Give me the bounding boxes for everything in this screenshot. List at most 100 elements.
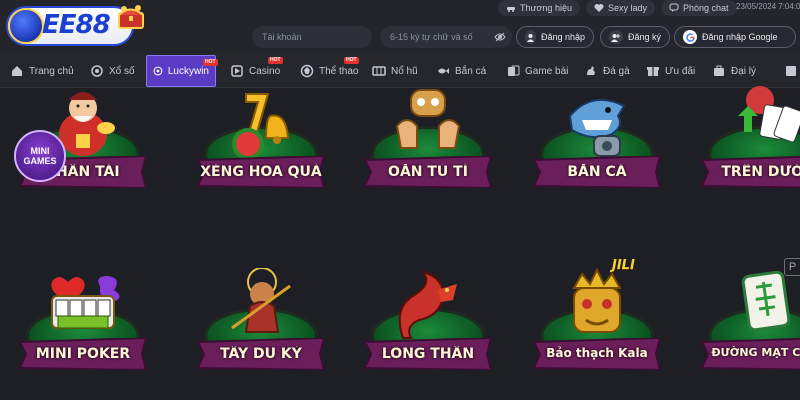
app-window: EE88 Thương hiệu Sexy lady Phòng chat 23… [0, 0, 800, 400]
nav-item-card-games[interactable]: Game bài [506, 54, 568, 88]
game-title: XÈNG HOA QUẢ [200, 164, 322, 180]
game-banner: TRÊN DƯỚI [698, 156, 800, 188]
game-card-duong-mat-chu[interactable]: ĐƯỜNG MẠT CHƯ [690, 268, 800, 388]
nav-item-slots-label: Nổ hũ [391, 65, 418, 77]
hot-badge: HOT [344, 57, 359, 64]
nav-item-home-label: Trang chủ [29, 65, 74, 77]
password-input[interactable]: 6-15 ký tự chữ và số [380, 26, 512, 48]
side-panel-button[interactable]: P [784, 258, 800, 276]
account-input[interactable]: Tài khoản [252, 26, 372, 48]
heart-icon [594, 4, 604, 12]
game-banner: TÂY DU KÝ [194, 338, 328, 370]
luckywin-icon [153, 66, 163, 76]
casino-icon [231, 65, 243, 77]
game-card-mini-poker[interactable]: MINI POKER [8, 268, 158, 388]
game-card-tay-du-ky[interactable]: TÂY DU KÝ [186, 268, 336, 388]
game-title: OẲN TÙ TÌ [388, 164, 468, 180]
nav-item-card-games-label: Game bài [525, 65, 569, 77]
nav-item-lottery[interactable]: Xổ số [90, 54, 135, 88]
nav-item-lottery-label: Xổ số [109, 65, 135, 77]
provider-badge: JILI [612, 258, 635, 273]
chat-room-link-label: Phòng chat [683, 3, 729, 13]
nav-item-sports[interactable]: Thể thao HOT [300, 54, 359, 88]
nav-item-fishing-label: Bắn cá [455, 65, 487, 77]
brand-link-label: Thương hiệu [520, 3, 572, 13]
game-card-tren-duoi[interactable]: TRÊN DƯỚI [690, 86, 800, 206]
nav-item-luckywin[interactable]: Luckywin HOT [146, 55, 218, 87]
treasure-chest-icon [118, 5, 144, 29]
nav-item-casino[interactable]: Casino HOT [230, 54, 283, 88]
game-title: TÂY DU KÝ [220, 346, 302, 362]
nav-item-slots[interactable]: Nổ hũ [372, 54, 418, 88]
game-title: LONG THẦN [381, 346, 475, 362]
account-placeholder: Tài khoản [262, 32, 302, 42]
game-card-oan-tu-ti[interactable]: OẲN TÙ TÌ [353, 86, 503, 206]
home-icon [12, 66, 22, 76]
gift-icon [647, 67, 659, 76]
lottery-icon [91, 65, 103, 77]
register-label: Đăng ký [627, 32, 661, 42]
login-label: Đăng nhập [540, 32, 585, 42]
datetime-text: 23/05/2024 7:04:0 [736, 2, 800, 11]
game-banner: MINI POKER [16, 338, 150, 370]
password-placeholder: 6-15 ký tự chữ và số [390, 32, 473, 42]
sexy-lady-link[interactable]: Sexy lady [585, 0, 655, 16]
google-login-label: Đăng nhập Google [702, 32, 778, 42]
login-button[interactable]: Đăng nhập [516, 26, 594, 48]
game-grid: THẦN TÀI XÈNG HOA QUẢ OẲN TÙ TÌ BẮN CÁ T… [0, 86, 800, 400]
sexy-lady-link-label: Sexy lady [607, 3, 647, 13]
nav-item-agent-label: Đại lý [731, 65, 757, 77]
nav-item-sports-label: Thể thao [319, 65, 359, 77]
game-title: ĐƯỜNG MẠT CHƯ [711, 346, 800, 359]
game-banner: Bảo thạch Kala [530, 338, 664, 370]
add-user-icon [609, 30, 623, 44]
game-card-ban-ca[interactable]: BẮN CÁ [522, 86, 672, 206]
header-links: Thương hiệu Sexy lady Phòng chat [498, 0, 737, 16]
top-header: EE88 Thương hiệu Sexy lady Phòng chat 23… [0, 0, 800, 54]
game-title: TRÊN DƯỚI [721, 164, 800, 180]
chat-room-link[interactable]: Phòng chat [661, 0, 737, 16]
nav-item-promotions[interactable]: Ưu đãi [646, 54, 695, 88]
game-title: MINI POKER [35, 346, 131, 362]
game-card-xeng-hoa-qua[interactable]: XÈNG HOA QUẢ [186, 86, 336, 206]
agent-icon [714, 65, 724, 76]
main-nav: Trang chủ Xổ số Luckywin HOT Casino HOT … [0, 54, 800, 88]
fish-icon [438, 68, 449, 74]
brand-link[interactable]: Thương hiệu [498, 0, 580, 16]
nav-item-cockfight-label: Đá gà [603, 65, 630, 77]
game-banner: LONG THẦN [361, 338, 495, 370]
nav-item-cockfight[interactable]: Đá gà [584, 54, 630, 88]
game-card-bao-thach-kala[interactable]: Bảo thạch Kala [522, 268, 672, 388]
game-banner: ĐƯỜNG MẠT CHƯ [698, 338, 800, 370]
nav-item-agent[interactable]: Đại lý [712, 54, 756, 88]
google-login-button[interactable]: Đăng nhập Google [674, 26, 796, 48]
eye-icon[interactable] [494, 31, 506, 43]
rooster-icon [587, 66, 595, 75]
cards-icon [508, 65, 520, 76]
nav-item-luckywin-label: Luckywin [167, 65, 209, 77]
nav-item-fishing[interactable]: Bắn cá [436, 54, 486, 88]
game-card-long-than[interactable]: LONG THẦN [353, 268, 503, 388]
more-icon [786, 66, 796, 76]
game-banner: BẮN CÁ [530, 156, 664, 188]
chat-icon [669, 3, 679, 12]
nav-item-promotions-label: Ưu đãi [665, 65, 696, 77]
user-icon [525, 30, 536, 44]
mini-games-badge[interactable]: MINI GAMES [14, 130, 66, 182]
hot-badge: HOT [268, 57, 283, 64]
logo-circle [8, 8, 44, 44]
nav-item-home[interactable]: Trang chủ [10, 54, 74, 88]
register-button[interactable]: Đăng ký [600, 26, 670, 48]
game-banner: OẲN TÙ TÌ [361, 156, 495, 188]
mini-games-line1: MINI [30, 146, 50, 156]
game-banner: XÈNG HOA QUẢ [194, 156, 328, 188]
nav-item-more[interactable] [784, 54, 800, 88]
sports-icon [300, 64, 314, 78]
brand-name: EE88 [42, 10, 111, 40]
hot-badge: HOT [203, 59, 218, 66]
game-title: Bảo thạch Kala [546, 346, 648, 360]
google-icon [683, 30, 697, 44]
brand-logo[interactable]: EE88 [6, 4, 146, 50]
game-title: BẮN CÁ [567, 164, 627, 180]
car-icon [507, 7, 515, 12]
